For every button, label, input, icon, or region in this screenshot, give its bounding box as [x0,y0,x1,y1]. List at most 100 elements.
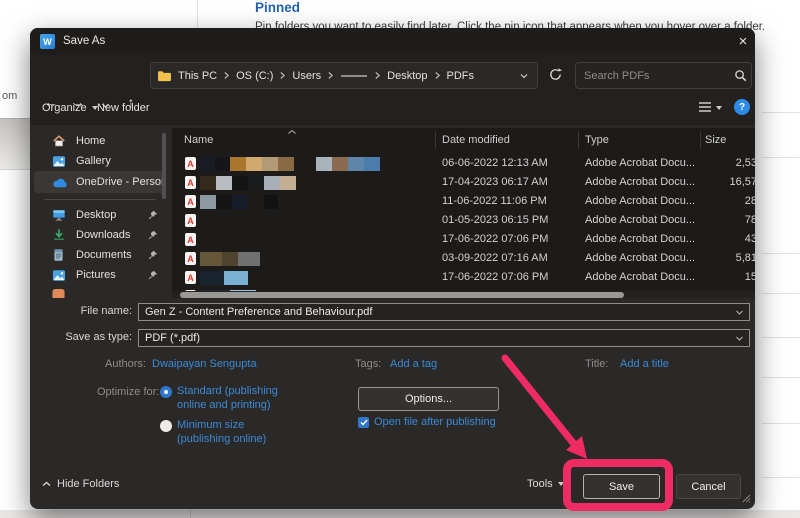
chevron-down-icon[interactable] [735,309,749,316]
chevron-right-icon[interactable] [325,71,336,80]
sidebar-scrollbar[interactable] [162,133,166,199]
chevron-right-icon[interactable] [221,71,232,80]
webpage-gridline [762,423,800,424]
file-row[interactable]: A17-06-2022 07:06 PMAdobe Acrobat Docu..… [172,230,755,249]
file-name-field[interactable]: Gen Z - Content Preference and Behaviour… [138,303,750,321]
sidebar-separator [34,193,170,205]
file-list: Name Date modified Type Size A06-06-2022… [172,128,755,298]
file-row[interactable]: A11-06-2022 11:06 PMAdobe Acrobat Docu..… [172,192,755,211]
webpage-gridline [762,253,800,254]
breadcrumb-item[interactable]: Desktop [383,70,431,82]
sidebar-item-downloads[interactable]: Downloads [34,225,166,245]
chevron-down-icon[interactable] [735,335,749,342]
search-icon[interactable] [734,69,755,82]
chevron-down-icon [558,482,564,486]
sidebar-item-desktop[interactable]: Desktop [34,205,166,225]
pdf-file-icon: A [185,233,196,246]
sidebar-item-home[interactable]: Home [34,131,166,151]
column-header-type[interactable]: Type [585,134,609,146]
chevron-right-icon[interactable] [372,71,383,80]
chevron-right-icon[interactable] [277,71,288,80]
save-as-type-value[interactable]: PDF (*.pdf) [139,332,735,344]
open-file-after-publishing-checkbox[interactable] [358,417,369,428]
close-icon[interactable]: × [732,30,754,52]
breadcrumb-item[interactable]: PDFs [443,70,479,82]
minimum-size-radio-label-line1[interactable]: Minimum size [177,419,244,431]
file-row[interactable]: A06-06-2022 12:13 AMAdobe Acrobat Docu..… [172,154,755,173]
pin-icon [148,210,160,220]
file-row[interactable]: A03-09-2022 07:16 AMAdobe Acrobat Docu..… [172,249,755,268]
column-divider[interactable] [435,131,436,149]
file-size: 2,53 [700,154,755,173]
file-size: 43 [700,230,755,249]
word-app-icon: W [40,34,55,49]
open-file-after-publishing-label[interactable]: Open file after publishing [374,416,496,428]
sidebar-item-onedrive-person[interactable]: OneDrive - Person [34,171,166,193]
help-button[interactable]: ? [734,99,750,115]
refresh-icon[interactable] [548,67,563,85]
address-dropdown-chevron-icon[interactable] [519,72,531,80]
horizontal-scrollbar-thumb[interactable] [180,292,624,298]
new-folder-button[interactable]: New folder [97,102,150,114]
pdf-file-icon: A [185,157,196,170]
column-header-name[interactable]: Name [184,134,213,146]
column-header-date-modified[interactable]: Date modified [442,134,510,146]
sidebar-item-label: Pictures [76,269,148,281]
standard-radio-label-line1[interactable]: Standard (publishing [177,385,278,397]
breadcrumb-item[interactable]: OS (C:) [232,70,277,82]
add-tag-link[interactable]: Add a tag [390,358,437,370]
save-button[interactable]: Save [583,474,660,499]
sort-ascending-icon[interactable] [287,128,297,138]
dialog-title: Save As [63,35,105,47]
optimize-for-label: Optimize for: [97,386,159,398]
dialog-titlebar[interactable]: W Save As × [30,28,755,55]
resize-grip[interactable] [742,494,751,506]
standard-radio[interactable] [160,386,172,398]
search-input[interactable] [576,70,734,82]
save-as-dialog: W Save As × ← → ↑ This PCOS (C:)UsersDes… [30,28,755,509]
minimum-size-radio[interactable] [160,420,172,432]
organize-button[interactable]: Organize [42,102,98,114]
sidebar-item-label: Documents [76,249,148,261]
sidebar-item-label: Gallery [76,155,166,167]
column-header-size[interactable]: Size [705,134,726,146]
webpage-gridline [762,157,800,158]
sidebar-item-label: OneDrive - Person [76,176,166,188]
breadcrumb-item[interactable]: Users [288,70,325,82]
hide-folders-button[interactable]: Hide Folders [42,478,119,490]
chevron-down-icon [716,106,722,110]
horizontal-scrollbar[interactable] [172,291,755,298]
sidebar-item-partial[interactable] [34,285,166,298]
sidebar-item-documents[interactable]: Documents [34,245,166,265]
sidebar-item-pictures[interactable]: Pictures [34,265,166,285]
folder-icon [157,70,172,82]
file-row[interactable]: A17-06-2022 07:06 PMAdobe Acrobat Docu..… [172,268,755,287]
file-name-value[interactable]: Gen Z - Content Preference and Behaviour… [139,306,735,318]
tags-label: Tags: [355,358,381,370]
authors-label: Authors: [105,358,146,370]
file-row[interactable]: A17-04-2023 06:17 AMAdobe Acrobat Docu..… [172,173,755,192]
redacted-filename [200,176,296,190]
file-date-modified: 01-05-2023 06:15 PM [442,211,548,230]
webpage-bottom-divider [190,510,191,518]
title-label: Title: [585,358,608,370]
column-divider[interactable] [700,131,701,149]
search-box[interactable] [575,62,752,89]
authors-value[interactable]: Dwaipayan Sengupta [152,358,257,370]
tools-button[interactable]: Tools [527,478,564,490]
cancel-button[interactable]: Cancel [676,474,741,499]
sidebar-item-label: Desktop [76,209,148,221]
add-title-link[interactable]: Add a title [620,358,669,370]
options-button[interactable]: Options... [358,387,499,411]
breadcrumb-item[interactable]: This PC [174,70,221,82]
column-divider[interactable] [578,131,579,149]
chevron-right-icon[interactable] [432,71,443,80]
address-bar[interactable]: This PC OS (C:) Users Desktop PDFs [150,62,538,89]
breadcrumb-redacted-user[interactable] [341,75,367,77]
pdf-file-icon: A [185,271,196,284]
save-as-type-field[interactable]: PDF (*.pdf) [138,329,750,347]
file-date-modified: 17-06-2022 07:06 PM [442,268,548,287]
file-row[interactable]: A01-05-2023 06:15 PMAdobe Acrobat Docu..… [172,211,755,230]
view-options-button[interactable] [698,101,722,116]
sidebar-item-gallery[interactable]: Gallery [34,151,166,171]
